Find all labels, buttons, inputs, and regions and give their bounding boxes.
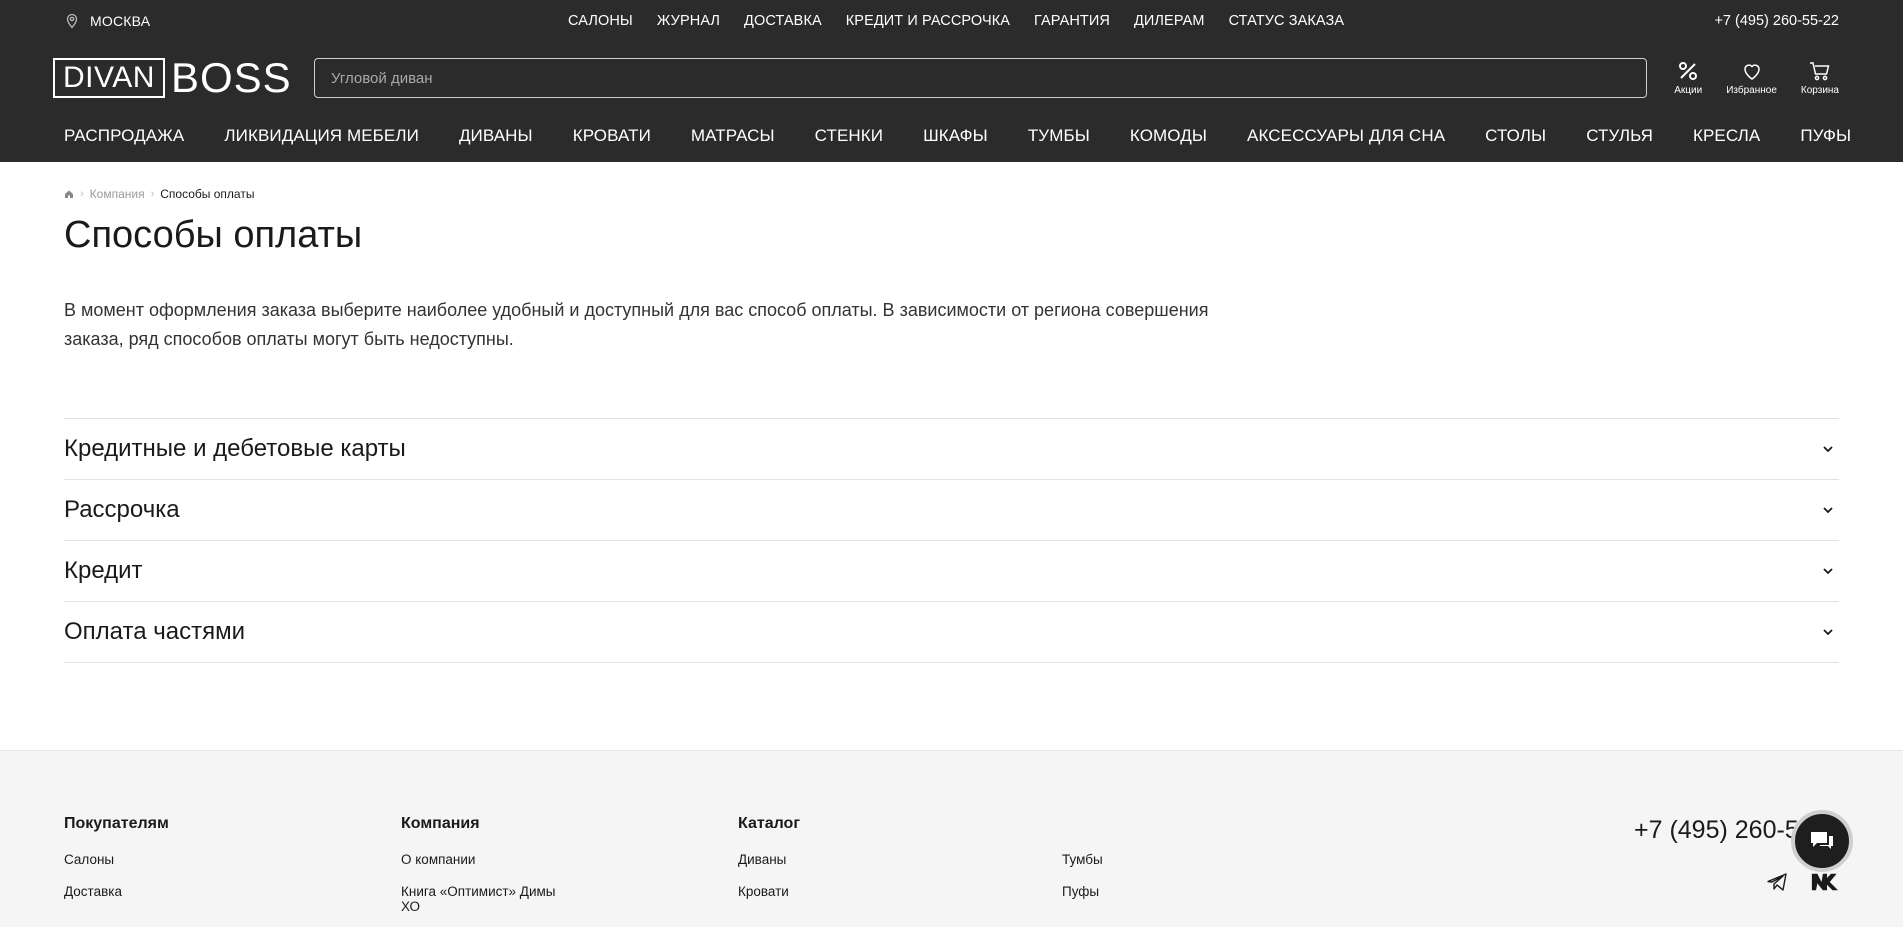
cart-label: Корзина — [1800, 85, 1839, 96]
footer-link-beds[interactable]: Кровати — [738, 884, 800, 899]
cat-chairs[interactable]: СТУЛЬЯ — [1586, 126, 1653, 146]
breadcrumb-current: Способы оплаты — [160, 187, 255, 201]
top-nav-journal[interactable]: ЖУРНАЛ — [657, 13, 720, 29]
cat-armchairs[interactable]: КРЕСЛА — [1693, 126, 1760, 146]
top-nav-warranty[interactable]: ГАРАНТИЯ — [1034, 13, 1110, 29]
cat-poufs[interactable]: ПУФЫ — [1800, 126, 1851, 146]
location-pin-icon — [66, 13, 78, 29]
footer-link-nightstands[interactable]: Тумбы — [1062, 852, 1103, 867]
chevron-down-icon — [1823, 568, 1833, 575]
sales-label: Акции — [1674, 85, 1703, 96]
chat-button[interactable] — [1791, 810, 1853, 872]
footer-buyers: Покупателям Салоны Доставка — [64, 815, 169, 916]
cat-sleep-accessories[interactable]: АКСЕССУАРЫ ДЛЯ СНА — [1247, 126, 1445, 146]
chat-icon — [1811, 832, 1833, 849]
sales-button[interactable]: Акции — [1674, 59, 1702, 96]
home-icon[interactable] — [64, 189, 74, 199]
city-label: МОСКВА — [90, 13, 151, 29]
top-bar: МОСКВА САЛОНЫ ЖУРНАЛ ДОСТАВКА КРЕДИТ И Р… — [0, 0, 1903, 44]
search-input[interactable] — [314, 58, 1647, 98]
site-logo[interactable]: DIVAN BOSS — [53, 57, 292, 99]
footer-heading: Покупателям — [64, 815, 169, 832]
header-icons: Акции Избранное Корзина — [1674, 59, 1839, 96]
top-nav-credit[interactable]: КРЕДИТ И РАССРОЧКА — [846, 13, 1010, 29]
accordion-title: Кредит — [64, 557, 143, 584]
city-selector[interactable]: МОСКВА — [64, 13, 150, 29]
accordion-title: Кредитные и дебетовые карты — [64, 435, 406, 462]
cat-nightstands[interactable]: ТУМБЫ — [1028, 126, 1090, 146]
footer-catalog-col2: Тумбы Пуфы — [1062, 852, 1103, 916]
site-header: МОСКВА САЛОНЫ ЖУРНАЛ ДОСТАВКА КРЕДИТ И Р… — [0, 0, 1903, 162]
footer-heading: Компания — [401, 815, 480, 832]
cat-sofas[interactable]: ДИВАНЫ — [459, 126, 533, 146]
footer-link-salons[interactable]: Салоны — [64, 852, 169, 867]
cat-wardrobes[interactable]: ШКАФЫ — [923, 126, 988, 146]
logo-text: BOSS — [170, 54, 292, 101]
accordion-title: Рассрочка — [64, 496, 180, 523]
percent-icon — [1679, 62, 1698, 80]
cat-dressers[interactable]: КОМОДЫ — [1130, 126, 1207, 146]
cat-liquidation[interactable]: ЛИКВИДАЦИЯ МЕБЕЛИ — [224, 126, 419, 146]
cat-tables[interactable]: СТОЛЫ — [1485, 126, 1546, 146]
intro-text: В момент оформления заказа выберите наиб… — [64, 300, 1209, 349]
footer-heading: Каталог — [738, 815, 800, 832]
chevron-down-icon — [1823, 629, 1833, 636]
top-nav-salons[interactable]: САЛОНЫ — [568, 13, 633, 29]
cat-beds[interactable]: КРОВАТИ — [573, 126, 651, 146]
breadcrumb-company[interactable]: Компания — [90, 187, 145, 201]
footer-catalog: Каталог Диваны Кровати — [738, 815, 800, 916]
telegram-icon[interactable] — [1766, 871, 1788, 893]
top-nav-delivery[interactable]: ДОСТАВКА — [744, 13, 822, 29]
footer-link-poufs[interactable]: Пуфы — [1062, 884, 1103, 899]
cat-mattresses[interactable]: МАТРАСЫ — [691, 126, 775, 146]
page-title: Способы оплаты — [64, 214, 363, 256]
accordion-item-pay-in-parts[interactable]: Оплата частями — [64, 602, 1839, 663]
payment-methods-accordion: Кредитные и дебетовые карты Рассрочка Кр… — [64, 418, 1839, 663]
footer-company: Компания О компании Книга «Оптимист» Дим… — [401, 815, 571, 927]
top-nav-dealers[interactable]: ДИЛЕРАМ — [1134, 13, 1205, 29]
cart-icon — [1809, 62, 1830, 81]
cat-sale[interactable]: РАСПРОДАЖА — [64, 126, 184, 146]
category-nav: РАСПРОДАЖА ЛИКВИДАЦИЯ МЕБЕЛИ ДИВАНЫ КРОВ… — [64, 126, 1851, 146]
accordion-title: Оплата частями — [64, 618, 245, 645]
breadcrumb-separator: › — [150, 188, 155, 200]
breadcrumb-separator: › — [80, 188, 84, 200]
chevron-down-icon — [1823, 446, 1833, 453]
heart-icon — [1743, 64, 1760, 80]
logo-box: DIVAN — [53, 58, 165, 98]
accordion-item-credit[interactable]: Кредит — [64, 541, 1839, 602]
header-phone[interactable]: +7 (495) 260-55-22 — [1714, 13, 1839, 29]
cart-button[interactable]: Корзина — [1801, 59, 1839, 96]
footer-link-sofas[interactable]: Диваны — [738, 852, 800, 867]
favorites-button[interactable]: Избранное — [1726, 59, 1777, 96]
footer-link-book[interactable]: Книга «Оптимист» Димы ХО — [401, 884, 571, 914]
mid-bar: DIVAN BOSS Акции Избранное Корзина — [0, 57, 1903, 99]
site-footer: Покупателям Салоны Доставка Компания О к… — [0, 750, 1903, 927]
accordion-item-cards[interactable]: Кредитные и дебетовые карты — [64, 419, 1839, 480]
accordion-item-installment[interactable]: Рассрочка — [64, 480, 1839, 541]
social-links — [1766, 871, 1844, 893]
vk-icon[interactable] — [1810, 871, 1844, 893]
footer-link-delivery[interactable]: Доставка — [64, 884, 169, 899]
footer-link-about[interactable]: О компании — [401, 852, 571, 867]
top-nav: САЛОНЫ ЖУРНАЛ ДОСТАВКА КРЕДИТ И РАССРОЧК… — [568, 13, 1344, 29]
cat-wall-units[interactable]: СТЕНКИ — [815, 126, 883, 146]
favorites-label: Избранное — [1726, 85, 1777, 96]
breadcrumb: › Компания › Способы оплаты — [64, 187, 254, 201]
chevron-down-icon — [1823, 507, 1833, 514]
top-nav-order-status[interactable]: СТАТУС ЗАКАЗА — [1229, 13, 1345, 29]
